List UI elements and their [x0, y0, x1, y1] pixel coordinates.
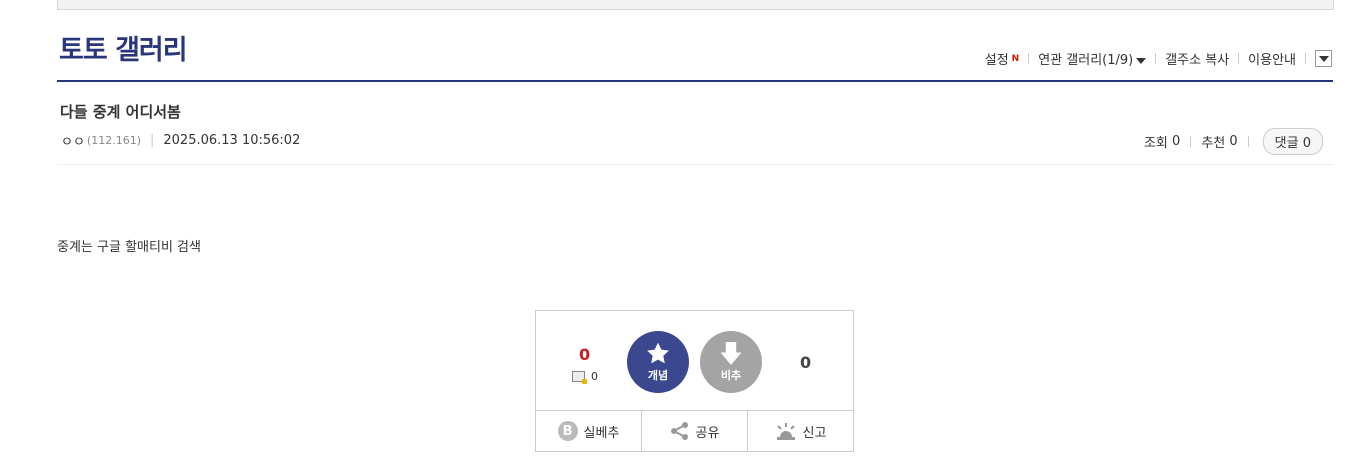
share-button[interactable]: 공유: [642, 411, 748, 451]
post-date: 2025.06.13 10:56:02: [163, 133, 301, 148]
post-stats: 조회 0 추천 0 댓글 0: [1144, 128, 1323, 155]
settings-link[interactable]: 설정 N: [985, 49, 1019, 68]
post-title: 다들 중계 어디서봄: [60, 103, 181, 121]
siren-icon: [776, 423, 795, 440]
fixed-user-icon: [572, 371, 587, 384]
copy-address-link[interactable]: 갤주소 복사: [1165, 49, 1229, 68]
vote-actions: B 실베추 공유 신고: [536, 411, 853, 451]
divider: [1155, 53, 1157, 64]
divider: [1190, 136, 1192, 147]
star-icon: [647, 342, 669, 364]
recommend-count: 0: [1229, 134, 1238, 149]
guide-link[interactable]: 이용안내: [1248, 49, 1296, 68]
comments-label: 댓글: [1274, 136, 1299, 151]
gallery-title[interactable]: 토토 갤러리: [59, 28, 188, 67]
recommend-label: 추천: [1201, 136, 1226, 151]
share-label: 공유: [695, 425, 720, 441]
chevron-down-icon: [1318, 55, 1329, 62]
downvote-count: 0: [800, 353, 812, 372]
vote-panel: 0 0 개념 비추 0: [536, 311, 853, 411]
post-content: 중계는 구글 할매티비 검색: [57, 240, 201, 255]
fixed-upvote-count: 0: [572, 370, 598, 384]
divider: [1238, 53, 1240, 64]
real-best-label: 실베추: [583, 425, 620, 441]
author-ip: (112.161): [86, 134, 141, 147]
downvote-label: 비추: [720, 369, 742, 382]
author-name[interactable]: ㅇㅇ: [61, 131, 85, 150]
top-bar: [57, 0, 1334, 10]
comments-button[interactable]: 댓글 0: [1262, 128, 1323, 155]
arrow-down-icon: [720, 342, 742, 365]
downvote-button[interactable]: 비추: [700, 331, 762, 393]
dropdown-button[interactable]: [1315, 50, 1332, 67]
upvote-button[interactable]: 개념: [627, 331, 689, 393]
share-icon: [670, 422, 688, 440]
divider: [1247, 136, 1249, 147]
divider: [1305, 53, 1306, 64]
related-gallery-link[interactable]: 연관 갤러리(1/9): [1038, 49, 1147, 68]
title-underline: [57, 80, 1333, 82]
report-label: 신고: [802, 425, 827, 441]
header-divider: [57, 164, 1333, 165]
fixed-count-value: 0: [591, 370, 598, 383]
settings-label: 설정: [984, 53, 1009, 68]
post-meta: ㅇㅇ (112.161) | 2025.06.13 10:56:02: [61, 131, 300, 150]
report-button[interactable]: 신고: [748, 411, 853, 451]
related-gallery-label: 연관 갤러리(1/9): [1038, 53, 1134, 68]
upvote-label: 개념: [647, 369, 669, 382]
views-count: 0: [1172, 134, 1181, 149]
comments-count: 0: [1302, 136, 1311, 151]
divider: |: [150, 133, 155, 148]
b-icon: B: [557, 421, 578, 441]
gallery-top-nav: 설정 N 연관 갤러리(1/9) 갤주소 복사 이용안내: [985, 49, 1332, 68]
upvote-count: 0: [579, 345, 591, 364]
caret-down-icon: [1136, 57, 1147, 64]
real-best-button[interactable]: B 실베추: [536, 411, 642, 451]
divider: [1028, 53, 1030, 64]
new-badge: N: [1011, 54, 1020, 64]
vote-box: 0 0 개념 비추 0 B 실베추 공유 신고: [535, 310, 854, 452]
views-label: 조회: [1143, 136, 1168, 151]
